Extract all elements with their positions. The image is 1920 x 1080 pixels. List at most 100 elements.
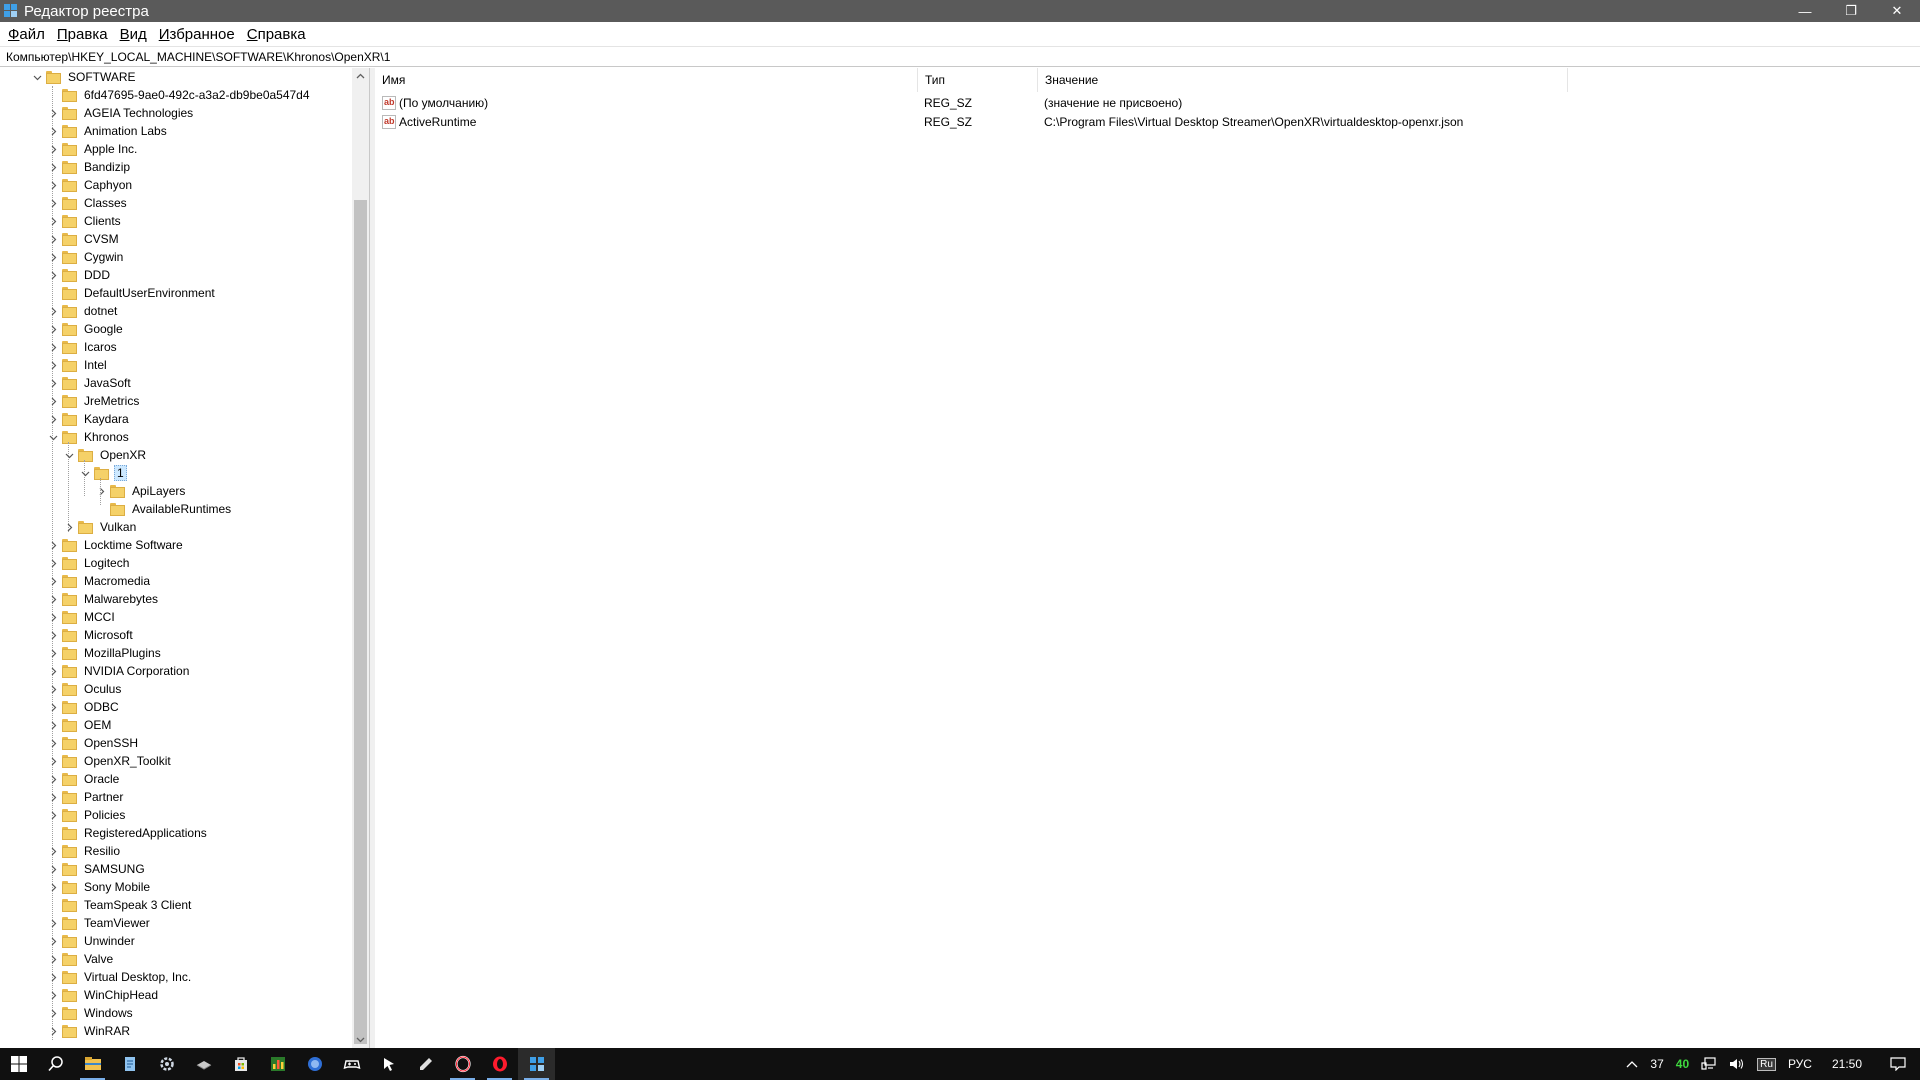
close-button[interactable]: ✕ (1874, 0, 1920, 22)
tree-node-dotnet[interactable]: dotnet (46, 302, 119, 320)
taskbar-explorer[interactable] (74, 1048, 111, 1080)
tree-node-teamviewer[interactable]: TeamViewer (46, 914, 152, 932)
tree-node-mozillaplugins[interactable]: MozillaPlugins (46, 644, 163, 662)
tree-node-locktime-software[interactable]: Locktime Software (46, 536, 185, 554)
tree-node-oem[interactable]: OEM (46, 716, 113, 734)
tray-overflow-icon[interactable] (1620, 1060, 1644, 1068)
tree-node-defaultuserenvironment[interactable]: DefaultUserEnvironment (46, 284, 217, 302)
tray-gpu-temp[interactable]: 40 (1670, 1057, 1695, 1071)
chevron-down-icon[interactable] (62, 446, 76, 464)
chevron-right-icon[interactable] (46, 680, 60, 698)
start-button[interactable] (0, 1048, 37, 1080)
chevron-right-icon[interactable] (46, 230, 60, 248)
chevron-right-icon[interactable] (94, 482, 108, 500)
chevron-right-icon[interactable] (46, 914, 60, 932)
tray-temperature[interactable]: 37 (1644, 1057, 1669, 1071)
taskbar-notepad[interactable] (111, 1048, 148, 1080)
chevron-right-icon[interactable] (46, 788, 60, 806)
chevron-down-icon[interactable] (78, 464, 92, 482)
tree-node-teamspeak-3-client[interactable]: TeamSpeak 3 Client (46, 896, 193, 914)
tree-node-nvidia-corporation[interactable]: NVIDIA Corporation (46, 662, 191, 680)
chevron-right-icon[interactable] (46, 194, 60, 212)
chevron-right-icon[interactable] (46, 248, 60, 266)
chevron-right-icon[interactable] (46, 320, 60, 338)
tree-node-partner[interactable]: Partner (46, 788, 125, 806)
tree-node-classes[interactable]: Classes (46, 194, 129, 212)
tree-node-bandizip[interactable]: Bandizip (46, 158, 132, 176)
tree-node-winrar[interactable]: WinRAR (46, 1022, 132, 1040)
chevron-right-icon[interactable] (46, 1022, 60, 1040)
chevron-right-icon[interactable] (46, 338, 60, 356)
tree-node-unwinder[interactable]: Unwinder (46, 932, 137, 950)
taskbar-drive[interactable] (185, 1048, 222, 1080)
chevron-right-icon[interactable] (46, 590, 60, 608)
taskbar-settings[interactable] (148, 1048, 185, 1080)
tree-node-availableruntimes[interactable]: AvailableRuntimes (94, 500, 233, 518)
tree-node-ddd[interactable]: DDD (46, 266, 112, 284)
column-type[interactable]: Тип (918, 68, 1038, 92)
tree-node-openssh[interactable]: OpenSSH (46, 734, 140, 752)
tree-node-policies[interactable]: Policies (46, 806, 127, 824)
chevron-right-icon[interactable] (46, 662, 60, 680)
taskbar-notes[interactable] (407, 1048, 444, 1080)
menu-help[interactable]: Справка (241, 24, 312, 45)
value-row[interactable]: ab ActiveRuntime REG_SZ C:\Program Files… (375, 112, 1920, 131)
value-row[interactable]: ab (По умолчанию) REG_SZ (значение не пр… (375, 93, 1920, 112)
chevron-down-icon[interactable] (46, 428, 60, 446)
scrollbar-thumb[interactable] (354, 200, 367, 1044)
chevron-right-icon[interactable] (46, 626, 60, 644)
chevron-right-icon[interactable] (46, 572, 60, 590)
tree-scrollbar[interactable] (352, 68, 369, 1048)
tree-node-google[interactable]: Google (46, 320, 125, 338)
chevron-right-icon[interactable] (46, 122, 60, 140)
chevron-right-icon[interactable] (62, 518, 76, 536)
tree-node-clients[interactable]: Clients (46, 212, 123, 230)
scroll-up-icon[interactable] (352, 68, 369, 85)
chevron-right-icon[interactable] (46, 752, 60, 770)
tree-node-resilio[interactable]: Resilio (46, 842, 122, 860)
tree-node-kaydara[interactable]: Kaydara (46, 410, 131, 428)
tree-node-samsung[interactable]: SAMSUNG (46, 860, 147, 878)
chevron-right-icon[interactable] (46, 266, 60, 284)
menu-edit[interactable]: Правка (51, 24, 114, 45)
chevron-right-icon[interactable] (46, 374, 60, 392)
taskbar-cursor-app[interactable] (370, 1048, 407, 1080)
tree-node-sony-mobile[interactable]: Sony Mobile (46, 878, 152, 896)
tree-node-registeredapplications[interactable]: RegisteredApplications (46, 824, 209, 842)
tree-node-1[interactable]: 1 (78, 464, 127, 482)
chevron-right-icon[interactable] (46, 734, 60, 752)
chevron-right-icon[interactable] (46, 158, 60, 176)
scroll-down-icon[interactable] (352, 1031, 369, 1048)
chevron-right-icon[interactable] (46, 536, 60, 554)
search-button[interactable] (37, 1048, 74, 1080)
clock[interactable]: 21:50 (1818, 1057, 1876, 1071)
key-tree[interactable]: SOFTWARE 6fd47695-9ae0-492c-a3a2-db9be0a5… (0, 68, 352, 1048)
tree-node-cygwin[interactable]: Cygwin (46, 248, 125, 266)
tree-node-oculus[interactable]: Oculus (46, 680, 123, 698)
taskbar-opera-gx[interactable] (444, 1048, 481, 1080)
chevron-right-icon[interactable] (46, 842, 60, 860)
taskbar-store[interactable] (222, 1048, 259, 1080)
maximize-button[interactable]: ❐ (1828, 0, 1874, 22)
tree-node-jremetrics[interactable]: JreMetrics (46, 392, 141, 410)
tree-node-microsoft[interactable]: Microsoft (46, 626, 135, 644)
chevron-right-icon[interactable] (46, 554, 60, 572)
chevron-right-icon[interactable] (46, 986, 60, 1004)
chevron-right-icon[interactable] (46, 212, 60, 230)
tree-node-javasoft[interactable]: JavaSoft (46, 374, 133, 392)
network-icon[interactable] (1695, 1057, 1723, 1071)
chevron-right-icon[interactable] (46, 770, 60, 788)
tree-node-malwarebytes[interactable]: Malwarebytes (46, 590, 160, 608)
tree-node-caphyon[interactable]: Caphyon (46, 176, 134, 194)
taskbar-browser[interactable] (296, 1048, 333, 1080)
chevron-right-icon[interactable] (46, 878, 60, 896)
tree-node-apple-inc[interactable]: Apple Inc. (46, 140, 139, 158)
tree-node-intel[interactable]: Intel (46, 356, 109, 374)
chevron-right-icon[interactable] (46, 392, 60, 410)
chevron-right-icon[interactable] (46, 644, 60, 662)
tree-node-animation-labs[interactable]: Animation Labs (46, 122, 169, 140)
tree-node-oracle[interactable]: Oracle (46, 770, 121, 788)
tree-node-apilayers[interactable]: ApiLayers (94, 482, 187, 500)
minimize-button[interactable]: — (1782, 0, 1828, 22)
chevron-right-icon[interactable] (46, 698, 60, 716)
